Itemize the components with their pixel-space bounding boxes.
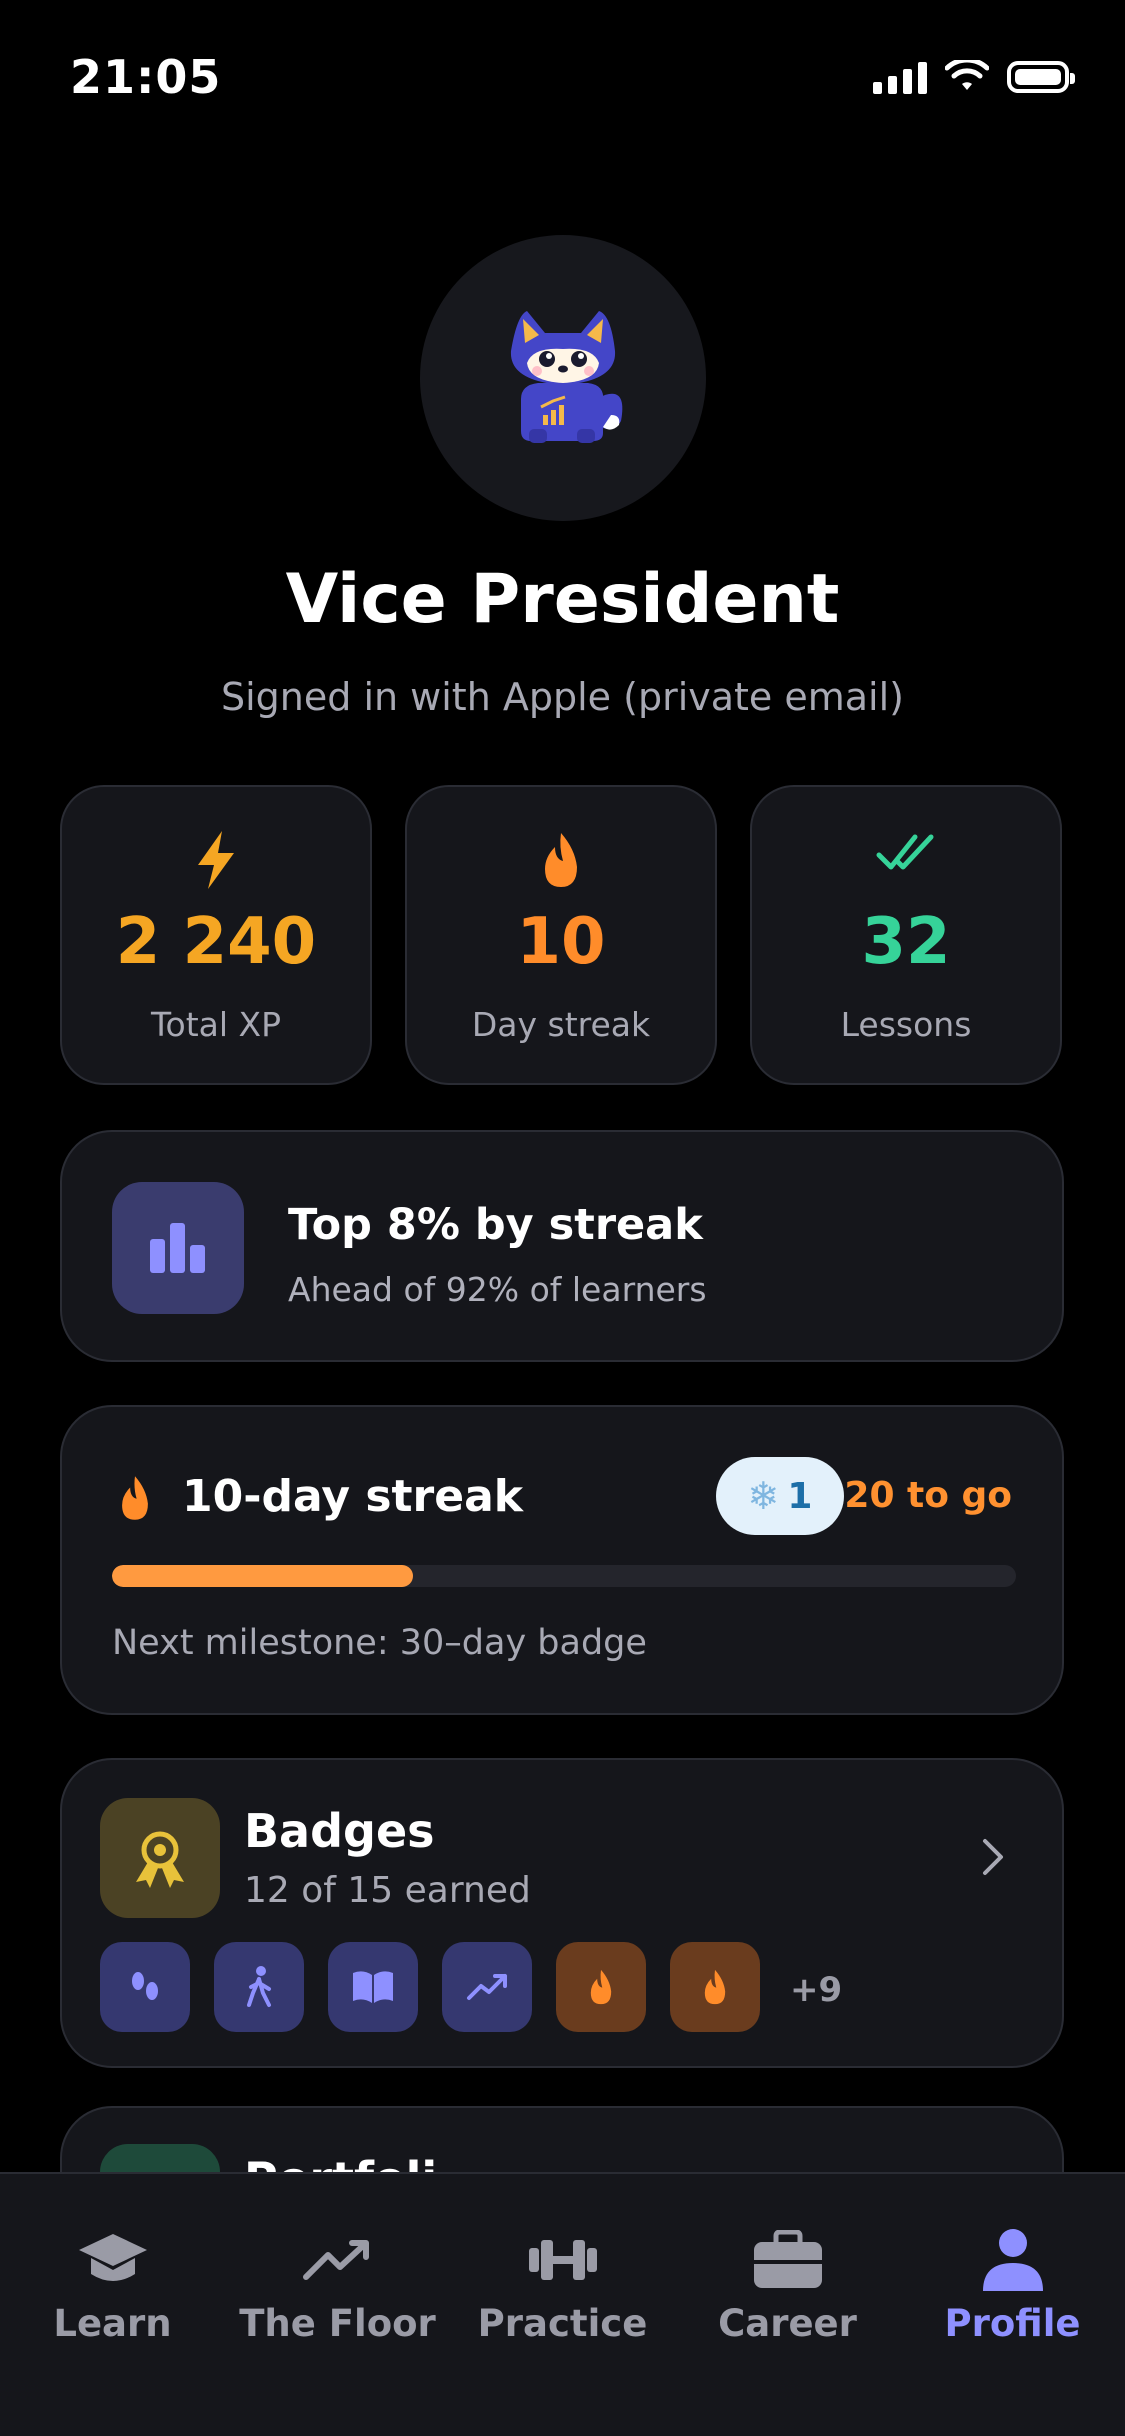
double-check-icon [752, 829, 1060, 891]
badge-flame[interactable] [556, 1942, 646, 2032]
profile-name: Vice President [285, 560, 840, 639]
tab-bar: Learn The Floor Practice Career Profile [0, 2172, 1125, 2436]
footprints-icon [132, 1972, 158, 2000]
badges-card[interactable]: Badges 12 of 15 earned +9 [60, 1758, 1064, 2068]
stat-card-streak[interactable]: 10 Day streak [405, 785, 717, 1085]
battery-icon [1007, 61, 1075, 93]
briefcase-icon [675, 2224, 900, 2296]
tab-profile[interactable]: Profile [900, 2224, 1125, 2364]
fox-mascot-icon [510, 311, 623, 443]
snowflake-icon: ❄ [747, 1474, 780, 1518]
stat-value: 10 [516, 905, 606, 979]
badge-footprints[interactable] [100, 1942, 190, 2032]
streak-progress-fill [112, 1565, 414, 1587]
badges-subtitle: 12 of 15 earned [244, 1870, 531, 1911]
freeze-count: 1 [787, 1475, 813, 1517]
leaderboard-icon [112, 1182, 244, 1314]
tab-label: Career [718, 2302, 857, 2345]
stat-value: 32 [861, 905, 951, 979]
dumbbell-icon [450, 2224, 675, 2296]
chevron-right-icon[interactable] [968, 1832, 1018, 1882]
rank-title: Top 8% by streak [288, 1200, 703, 1250]
more-badges-count: +9 [790, 1970, 843, 2010]
trend-up-icon [225, 2224, 450, 2296]
flame-icon [704, 1969, 726, 2005]
signin-method-text: Signed in with Apple (private email) [220, 675, 905, 719]
tab-label: Profile [944, 2302, 1081, 2345]
tab-career[interactable]: Career [675, 2224, 900, 2364]
streak-progress-bar [112, 1565, 1016, 1587]
rank-subtitle: Ahead of 92% of learners [288, 1270, 707, 1309]
streak-title: 10-day streak [182, 1471, 524, 1522]
book-icon [353, 1971, 393, 2003]
status-time: 21:05 [70, 50, 222, 104]
flame-icon [590, 1969, 612, 2005]
graduation-cap-icon [0, 2224, 225, 2296]
flame-icon [116, 1473, 154, 1527]
cellular-signal-icon [873, 60, 927, 94]
stat-card-lessons[interactable]: 32 Lessons [750, 785, 1062, 1085]
streak-card[interactable]: 10-day streak ❄ 1 20 to go Next mileston… [60, 1405, 1064, 1715]
badge-book[interactable] [328, 1942, 418, 2032]
streak-remaining: 20 to go [844, 1475, 1012, 1516]
next-milestone: Next milestone: 30–day badge [112, 1623, 647, 1663]
stat-value: 2 240 [115, 905, 317, 979]
badges-title: Badges [244, 1804, 435, 1858]
person-icon [900, 2224, 1125, 2296]
lightning-icon [62, 829, 370, 891]
status-icons [873, 60, 1075, 94]
badge-trend[interactable] [442, 1942, 532, 2032]
flame-icon [407, 829, 715, 891]
tab-practice[interactable]: Practice [450, 2224, 675, 2364]
status-bar: 21:05 [0, 0, 1125, 160]
stat-label: Total XP [150, 1005, 282, 1044]
hiker-icon [247, 1966, 271, 2007]
tab-label: Learn [53, 2302, 172, 2345]
tab-label: The Floor [239, 2302, 436, 2345]
tab-learn[interactable]: Learn [0, 2224, 225, 2364]
tab-the-floor[interactable]: The Floor [225, 2224, 450, 2364]
trend-up-icon [467, 1974, 507, 2000]
streak-freeze-badge[interactable]: ❄ 1 [716, 1457, 844, 1535]
badge-flame[interactable] [670, 1942, 760, 2032]
stat-label: Day streak [471, 1005, 651, 1044]
stat-card-xp[interactable]: 2 240 Total XP [60, 785, 372, 1085]
rank-card[interactable]: Top 8% by streak Ahead of 92% of learner… [60, 1130, 1064, 1362]
avatar[interactable] [420, 235, 706, 521]
wifi-icon [945, 60, 989, 90]
award-ribbon-icon [100, 1798, 220, 1918]
stat-label: Lessons [840, 1005, 972, 1044]
tab-label: Practice [477, 2302, 648, 2345]
badge-hiker[interactable] [214, 1942, 304, 2032]
